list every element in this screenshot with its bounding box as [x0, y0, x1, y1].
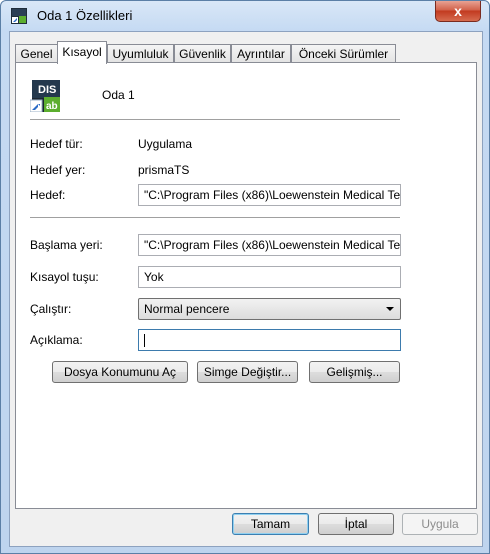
run-dropdown[interactable]: Normal pencere [138, 298, 401, 320]
separator [30, 119, 400, 120]
advanced-button[interactable]: Gelişmiş... [309, 361, 400, 383]
ok-button[interactable]: Tamam [232, 513, 309, 535]
prisma-ts-icon: DIS ab [30, 80, 60, 112]
text-caret [144, 334, 145, 347]
close-button[interactable]: x [435, 1, 481, 22]
window-title: Oda 1 Özellikleri [37, 8, 133, 23]
separator [30, 217, 400, 218]
change-icon-button[interactable]: Simge Değiştir... [197, 361, 298, 383]
tab-details[interactable]: Ayrıntılar [231, 44, 291, 63]
shortcut-panel: DIS ab Oda 1 Hedef tür: Uygulama Hedef y… [15, 62, 477, 509]
start-in-field[interactable]: "C:\Program Files (x86)\Loewenstein Medi… [138, 234, 401, 256]
open-file-location-button[interactable]: Dosya Konumunu Aç [52, 361, 188, 383]
icon-text-dis: DIS [38, 84, 56, 96]
dialog-client-area: Genel Kısayol Uyumluluk Güvenlik Ayrıntı… [9, 31, 483, 547]
tab-shortcut[interactable]: Kısayol [57, 41, 107, 64]
target-type-value: Uygulama [138, 137, 193, 151]
shortcut-key-field[interactable]: Yok [138, 266, 401, 288]
icon-text-ab: ab [46, 101, 58, 112]
cancel-button[interactable]: İptal [318, 513, 394, 535]
target-field[interactable]: "C:\Program Files (x86)\Loewenstein Medi… [138, 184, 401, 206]
title-bar[interactable]: Oda 1 Özellikleri x [1, 1, 489, 31]
shortcut-key-label: Kısayol tuşu: [30, 270, 99, 284]
target-location-value: prismaTS [138, 163, 190, 177]
target-label: Hedef: [30, 188, 66, 202]
chevron-down-icon [386, 307, 394, 311]
comment-label: Açıklama: [30, 333, 83, 347]
shortcut-app-icon [11, 8, 27, 24]
run-label: Çalıştır: [30, 302, 72, 316]
tab-security[interactable]: Güvenlik [174, 44, 231, 63]
close-icon: x [454, 3, 462, 19]
tab-previous-versions[interactable]: Önceki Sürümler [291, 44, 396, 63]
target-location-label: Hedef yer: [30, 163, 86, 177]
shortcut-name: Oda 1 [102, 88, 135, 102]
start-in-label: Başlama yeri: [30, 238, 103, 252]
properties-window: Oda 1 Özellikleri x Genel Kısayol Uyumlu… [0, 0, 490, 554]
apply-button[interactable]: Uygula [402, 513, 478, 535]
tab-general[interactable]: Genel [15, 44, 58, 63]
tab-compatibility[interactable]: Uyumluluk [107, 44, 174, 63]
target-type-label: Hedef tür: [30, 137, 83, 151]
comment-field[interactable] [138, 329, 401, 351]
